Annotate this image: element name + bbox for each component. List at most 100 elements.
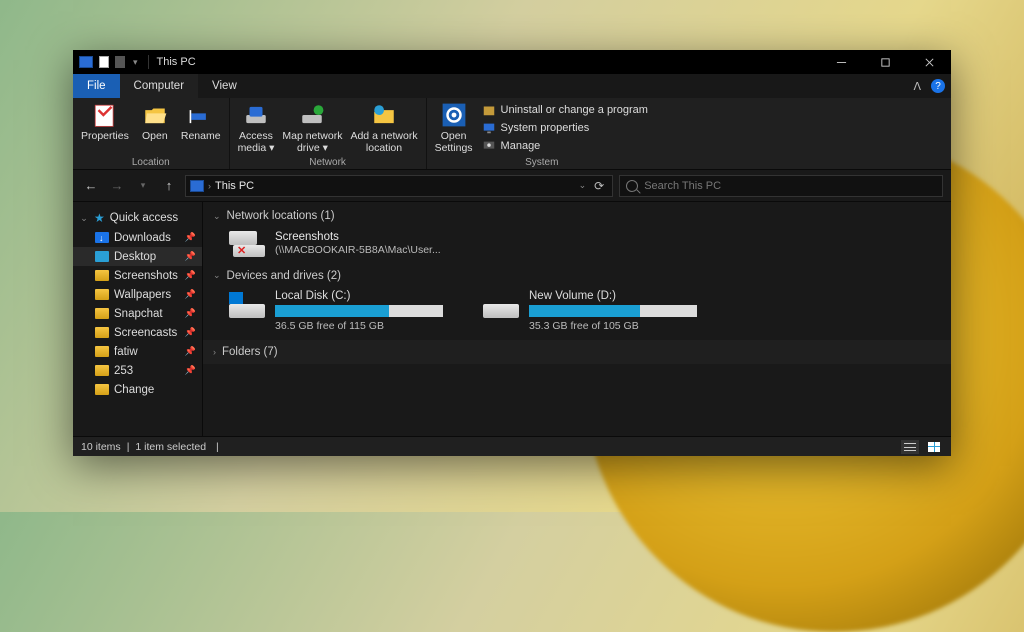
pin-icon: 📌 [185, 346, 196, 357]
status-selected: 1 item selected [135, 441, 206, 453]
pin-icon: 📌 [185, 365, 196, 376]
ribbon-group-network: Access media ▾ Map network drive ▾ Add a… [230, 98, 427, 169]
section-network-locations[interactable]: ⌄ Network locations (1) [203, 206, 951, 226]
properties-button[interactable]: Properties [77, 100, 133, 144]
explorer-window: ▾ This PC File Computer View ᐱ ? Propert [73, 50, 951, 456]
star-icon: ★ [94, 211, 105, 225]
tab-computer[interactable]: Computer [120, 74, 199, 98]
sidebar-item-change[interactable]: Change [73, 380, 202, 399]
content-pane[interactable]: ⌄ Network locations (1) ✕ Screenshots (\… [203, 202, 951, 436]
view-details-button[interactable] [901, 440, 919, 454]
tab-file[interactable]: File [73, 74, 120, 98]
netloc-path: (\\MACBOOKAIR-5B8A\Mac\User... [275, 244, 441, 257]
folder-icon [95, 384, 109, 395]
sidebar-item-screenshots[interactable]: Screenshots 📌 [73, 266, 202, 285]
collapse-icon[interactable]: ⌄ [213, 211, 221, 222]
sidebar-item-253[interactable]: 253 📌 [73, 361, 202, 380]
status-items: 10 items [81, 441, 121, 453]
view-large-icons-button[interactable] [925, 440, 943, 454]
search-icon [626, 180, 638, 192]
nav-up-button[interactable]: ↑ [159, 176, 179, 196]
drive-d[interactable]: New Volume (D:) 35.3 GB free of 105 GB [483, 290, 697, 332]
rename-icon [188, 102, 214, 128]
sidebar[interactable]: ⌄ ★ Quick access ↓ Downloads 📌 Desktop 📌… [73, 202, 203, 436]
nav-back-button[interactable]: ← [81, 176, 101, 196]
open-settings-button[interactable]: Open Settings [431, 100, 477, 156]
sidebar-item-downloads[interactable]: ↓ Downloads 📌 [73, 228, 202, 247]
drive-icon [483, 290, 519, 318]
sidebar-quick-access[interactable]: ⌄ ★ Quick access [73, 208, 202, 228]
close-button[interactable] [907, 50, 951, 74]
this-pc-addr-icon [190, 180, 204, 192]
pin-icon: 📌 [185, 289, 196, 300]
sidebar-item-desktop[interactable]: Desktop 📌 [73, 247, 202, 266]
statusbar: 10 items | 1 item selected | [73, 436, 951, 456]
refresh-button[interactable]: ⟳ [590, 179, 608, 193]
add-location-icon [371, 102, 397, 128]
uninstall-program-button[interactable]: Uninstall or change a program [479, 102, 651, 118]
expand-icon[interactable]: › [213, 347, 216, 357]
qat-dropdown[interactable]: ▾ [131, 57, 140, 68]
section-folders[interactable]: › Folders (7) [203, 340, 951, 364]
this-pc-icon [79, 56, 93, 68]
titlebar[interactable]: ▾ This PC [73, 50, 951, 74]
collapse-icon[interactable]: ⌄ [213, 270, 221, 281]
pin-icon: 📌 [185, 270, 196, 281]
ribbon: Properties Open Rename Location Access m… [73, 98, 951, 170]
manage-button[interactable]: Manage [479, 138, 651, 154]
folder-icon [95, 308, 109, 319]
settings-gear-icon [441, 102, 467, 128]
network-drive-icon [299, 102, 325, 128]
section-devices-drives[interactable]: ⌄ Devices and drives (2) [203, 266, 951, 286]
tab-view[interactable]: View [198, 74, 251, 98]
properties-icon [92, 102, 118, 128]
chevron-down-icon[interactable]: ⌄ [579, 180, 587, 191]
chevron-right-icon: › [208, 181, 211, 191]
download-icon: ↓ [95, 232, 109, 243]
system-properties-button[interactable]: System properties [479, 120, 651, 136]
nav-recent-button[interactable]: ▾ [133, 176, 153, 196]
map-network-drive-button[interactable]: Map network drive ▾ [278, 100, 346, 156]
pin-icon: 📌 [185, 327, 196, 338]
desktop-icon [95, 251, 109, 262]
open-button[interactable]: Open [133, 100, 177, 144]
sidebar-item-snapchat[interactable]: Snapchat 📌 [73, 304, 202, 323]
pin-icon: 📌 [185, 251, 196, 262]
folder-icon [95, 346, 109, 357]
folder-icon [95, 289, 109, 300]
help-button[interactable]: ? [931, 79, 945, 93]
sidebar-item-wallpapers[interactable]: Wallpapers 📌 [73, 285, 202, 304]
maximize-button[interactable] [863, 50, 907, 74]
divider [148, 55, 149, 69]
menubar: File Computer View ᐱ ? [73, 74, 951, 98]
netloc-name: Screenshots [275, 230, 441, 244]
usage-bar [275, 305, 443, 317]
search-input[interactable]: Search This PC [619, 175, 943, 197]
access-media-button[interactable]: Access media ▾ [234, 100, 279, 156]
group-label-network: Network [230, 157, 426, 169]
breadcrumb[interactable]: This PC [215, 180, 254, 192]
collapse-ribbon-icon[interactable]: ᐱ [913, 80, 921, 93]
minimize-button[interactable] [819, 50, 863, 74]
collapse-icon[interactable]: ⌄ [79, 213, 89, 224]
ribbon-group-location: Properties Open Rename Location [73, 98, 230, 169]
add-network-location-button[interactable]: Add a network location [346, 100, 421, 156]
drive-icon [229, 290, 265, 318]
access-media-icon [243, 102, 269, 128]
quick-access-toolbar: ▾ [73, 56, 144, 68]
rename-button[interactable]: Rename [177, 100, 225, 144]
network-drive-icon: ✕ [229, 231, 265, 257]
nav-forward-button[interactable]: → [107, 176, 127, 196]
grey-icon[interactable] [115, 56, 125, 68]
manage-icon [482, 139, 496, 153]
doc-icon[interactable] [99, 56, 109, 68]
network-location-item[interactable]: ✕ Screenshots (\\MACBOOKAIR-5B8A\Mac\Use… [203, 226, 951, 266]
group-label-system: System [427, 157, 657, 169]
address-input[interactable]: › This PC ⌄ ⟳ [185, 175, 613, 197]
open-icon [142, 102, 168, 128]
ribbon-group-system: Open Settings Uninstall or change a prog… [427, 98, 657, 169]
sidebar-item-screencasts[interactable]: Screencasts 📌 [73, 323, 202, 342]
sidebar-item-fatiw[interactable]: fatiw 📌 [73, 342, 202, 361]
drive-c[interactable]: Local Disk (C:) 36.5 GB free of 115 GB [229, 290, 443, 332]
usage-bar [529, 305, 697, 317]
